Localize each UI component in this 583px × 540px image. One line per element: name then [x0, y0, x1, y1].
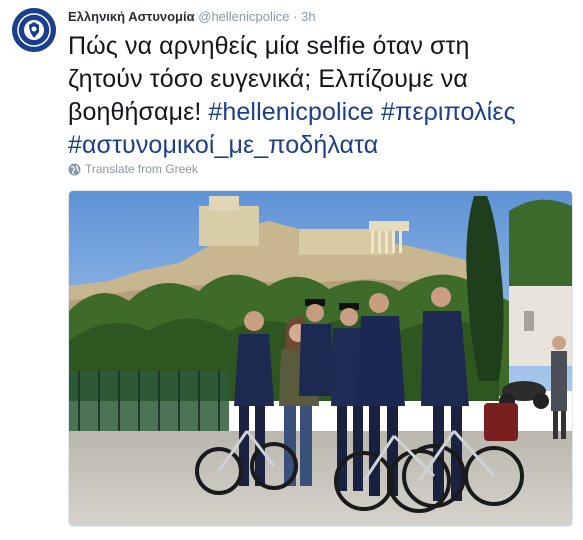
author-name[interactable]: Ελληνική Αστυνομία	[68, 9, 195, 24]
translate-label: Translate from Greek	[85, 162, 198, 176]
header-separator: ·	[293, 9, 298, 24]
tweet-photo[interactable]	[68, 190, 573, 527]
globe-icon	[68, 163, 81, 175]
tweet-text: Πώς να αρνηθείς μία selfie όταν στη ζητο…	[68, 30, 573, 162]
tweet-text-line: Πώς να αρνηθείς μία selfie όταν στη	[68, 32, 470, 60]
tweet-text-line: βοηθήσαμε!	[68, 98, 202, 126]
photo-police-cyclists-acropolis	[69, 191, 572, 526]
hashtag-link[interactable]: #hellenicpolice	[208, 98, 374, 126]
author-handle[interactable]: @hellenicpolice	[198, 9, 289, 24]
tweet-text-line: ζητούν τόσο ευγενικά; Ελπίζουμε να	[68, 65, 468, 93]
translate-link[interactable]: Translate from Greek	[68, 162, 198, 176]
hashtag-link[interactable]: #περιπολίες	[381, 98, 516, 126]
avatar[interactable]	[12, 8, 56, 52]
tweet-header: Ελληνική Αστυνομία @hellenicpolice · 3h	[68, 9, 316, 25]
hashtag-link[interactable]: #αστυνομικοί_με_ποδήλατα	[68, 131, 378, 159]
police-emblem-icon	[12, 8, 56, 52]
tweet-timestamp[interactable]: 3h	[301, 9, 315, 24]
